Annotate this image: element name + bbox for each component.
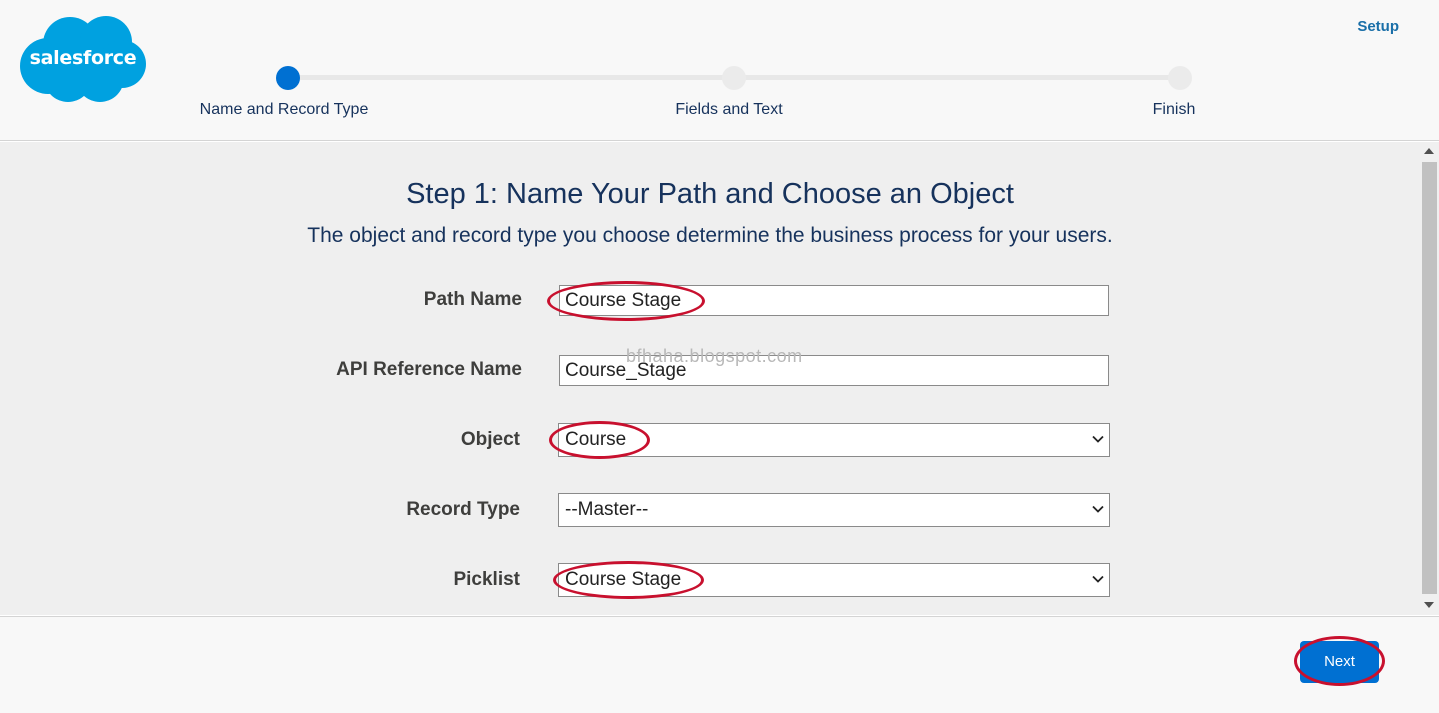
main-content: Step 1: Name Your Path and Choose an Obj…: [0, 142, 1420, 615]
scroll-thumb[interactable]: [1422, 162, 1437, 594]
progress-step-1-label: Name and Record Type: [199, 101, 369, 118]
scroll-up-icon[interactable]: [1424, 148, 1434, 154]
setup-link[interactable]: Setup: [1357, 18, 1399, 35]
header: salesforce Setup Name and Record Type Fi…: [0, 0, 1439, 141]
page-subtitle: The object and record type you choose de…: [307, 224, 1113, 247]
footer: Next: [0, 616, 1439, 713]
picklist-select-value: Course Stage: [565, 569, 682, 590]
scroll-down-icon[interactable]: [1424, 602, 1434, 608]
record-type-select-value: --Master--: [565, 499, 649, 520]
chevron-down-icon: [1092, 505, 1104, 513]
path-name-label: Path Name: [423, 289, 522, 310]
path-name-input[interactable]: [559, 285, 1109, 316]
api-reference-name-label: API Reference Name: [336, 359, 522, 380]
progress-step-2-label: Fields and Text: [675, 101, 783, 118]
chevron-down-icon: [1092, 575, 1104, 583]
picklist-label: Picklist: [453, 569, 520, 590]
progress-step-1-indicator: [276, 66, 300, 90]
logo-text: salesforce: [29, 47, 137, 69]
object-select-value: Course: [565, 429, 627, 450]
vertical-scrollbar[interactable]: [1420, 142, 1439, 615]
chevron-down-icon: [1092, 435, 1104, 443]
object-select[interactable]: Course: [558, 423, 1110, 457]
salesforce-logo: salesforce: [18, 14, 148, 106]
record-type-select[interactable]: --Master--: [558, 493, 1110, 527]
picklist-select[interactable]: Course Stage: [558, 563, 1110, 597]
progress-step-2-indicator: [722, 66, 746, 90]
progress-step-3-indicator: [1168, 66, 1192, 90]
page-title: Step 1: Name Your Path and Choose an Obj…: [406, 178, 1014, 210]
progress-step-3-label: Finish: [1152, 101, 1196, 118]
record-type-label: Record Type: [406, 499, 520, 520]
object-label: Object: [460, 429, 520, 450]
next-button[interactable]: Next: [1300, 641, 1379, 683]
watermark: bfhaha.blogspot.com: [626, 346, 803, 366]
